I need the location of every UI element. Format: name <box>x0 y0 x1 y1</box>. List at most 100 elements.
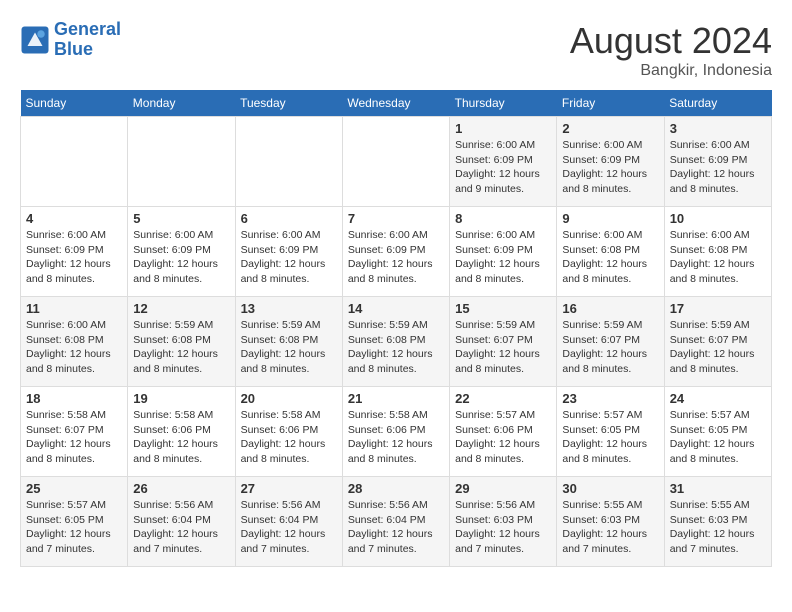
day-number: 23 <box>562 391 658 406</box>
month-title: August 2024 <box>570 20 772 62</box>
day-info: Sunrise: 5:59 AM Sunset: 6:08 PM Dayligh… <box>348 318 444 377</box>
calendar-cell <box>21 117 128 207</box>
calendar-cell: 13Sunrise: 5:59 AM Sunset: 6:08 PM Dayli… <box>235 297 342 387</box>
day-number: 22 <box>455 391 551 406</box>
logo: General Blue <box>20 20 121 60</box>
calendar-cell: 16Sunrise: 5:59 AM Sunset: 6:07 PM Dayli… <box>557 297 664 387</box>
calendar-cell: 29 Sunrise: 5:56 AM Sunset: 6:03 PM Dayli… <box>450 477 557 567</box>
week-row-4: 25 Sunrise: 5:57 AM Sunset: 6:05 PM Dayli… <box>21 477 772 567</box>
logo-icon <box>20 25 50 55</box>
day-info: Sunrise: 5:55 AM Sunset: 6:03 PM Dayligh… <box>670 498 766 557</box>
day-number: 13 <box>241 301 337 316</box>
day-info: Sunrise: 5:55 AM Sunset: 6:03 PM Dayligh… <box>562 498 658 557</box>
day-number: 18 <box>26 391 122 406</box>
calendar-header-row: SundayMondayTuesdayWednesdayThursdayFrid… <box>21 90 772 117</box>
day-number: 11 <box>26 301 122 316</box>
day-info: Sunrise: 6:00 AM Sunset: 6:09 PM Dayligh… <box>455 138 551 197</box>
day-number: 1 <box>455 121 551 136</box>
day-info: Sunrise: 5:56 AM Sunset: 6:03 PM Dayligh… <box>455 498 551 557</box>
day-number: 19 <box>133 391 229 406</box>
day-info: Sunrise: 6:00 AM Sunset: 6:08 PM Dayligh… <box>562 228 658 287</box>
header-tuesday: Tuesday <box>235 90 342 117</box>
calendar-cell: 18 Sunrise: 5:58 AM Sunset: 6:07 PM Dayli… <box>21 387 128 477</box>
day-info: Sunrise: 6:00 AM Sunset: 6:09 PM Dayligh… <box>670 138 766 197</box>
calendar-cell: 6 Sunrise: 6:00 AM Sunset: 6:09 PM Daylig… <box>235 207 342 297</box>
day-number: 2 <box>562 121 658 136</box>
location: Bangkir, Indonesia <box>570 62 772 80</box>
calendar-cell: 1 Sunrise: 6:00 AM Sunset: 6:09 PM Daylig… <box>450 117 557 207</box>
header-sunday: Sunday <box>21 90 128 117</box>
day-info: Sunrise: 6:00 AM Sunset: 6:09 PM Dayligh… <box>348 228 444 287</box>
day-info: Sunrise: 5:56 AM Sunset: 6:04 PM Dayligh… <box>241 498 337 557</box>
page-header: General Blue August 2024 Bangkir, Indone… <box>20 20 772 80</box>
day-info: Sunrise: 6:00 AM Sunset: 6:09 PM Dayligh… <box>241 228 337 287</box>
day-number: 29 <box>455 481 551 496</box>
calendar-cell: 9 Sunrise: 6:00 AM Sunset: 6:08 PM Daylig… <box>557 207 664 297</box>
day-number: 26 <box>133 481 229 496</box>
day-number: 31 <box>670 481 766 496</box>
day-info: Sunrise: 6:00 AM Sunset: 6:08 PM Dayligh… <box>26 318 122 377</box>
calendar-cell: 30 Sunrise: 5:55 AM Sunset: 6:03 PM Dayli… <box>557 477 664 567</box>
day-info: Sunrise: 6:00 AM Sunset: 6:09 PM Dayligh… <box>26 228 122 287</box>
calendar-cell: 26 Sunrise: 5:56 AM Sunset: 6:04 PM Dayli… <box>128 477 235 567</box>
day-number: 15 <box>455 301 551 316</box>
day-info: Sunrise: 5:56 AM Sunset: 6:04 PM Dayligh… <box>133 498 229 557</box>
calendar-cell: 21Sunrise: 5:58 AM Sunset: 6:06 PM Dayli… <box>342 387 449 477</box>
day-info: Sunrise: 5:56 AM Sunset: 6:04 PM Dayligh… <box>348 498 444 557</box>
day-number: 25 <box>26 481 122 496</box>
day-number: 12 <box>133 301 229 316</box>
day-info: Sunrise: 5:59 AM Sunset: 6:07 PM Dayligh… <box>455 318 551 377</box>
day-number: 9 <box>562 211 658 226</box>
day-info: Sunrise: 5:59 AM Sunset: 6:08 PM Dayligh… <box>133 318 229 377</box>
week-row-0: 1 Sunrise: 6:00 AM Sunset: 6:09 PM Daylig… <box>21 117 772 207</box>
calendar-cell: 10Sunrise: 6:00 AM Sunset: 6:08 PM Dayli… <box>664 207 771 297</box>
logo-text: General Blue <box>54 20 121 60</box>
calendar-cell: 27 Sunrise: 5:56 AM Sunset: 6:04 PM Dayli… <box>235 477 342 567</box>
calendar-cell: 20Sunrise: 5:58 AM Sunset: 6:06 PM Dayli… <box>235 387 342 477</box>
day-number: 16 <box>562 301 658 316</box>
calendar-table: SundayMondayTuesdayWednesdayThursdayFrid… <box>20 90 772 567</box>
title-block: August 2024 Bangkir, Indonesia <box>570 20 772 80</box>
calendar-cell: 31 Sunrise: 5:55 AM Sunset: 6:03 PM Dayli… <box>664 477 771 567</box>
calendar-cell: 12 Sunrise: 5:59 AM Sunset: 6:08 PM Dayli… <box>128 297 235 387</box>
day-number: 4 <box>26 211 122 226</box>
day-number: 10 <box>670 211 766 226</box>
logo-line1: General <box>54 19 121 39</box>
day-info: Sunrise: 6:00 AM Sunset: 6:09 PM Dayligh… <box>455 228 551 287</box>
day-info: Sunrise: 5:58 AM Sunset: 6:06 PM Dayligh… <box>241 408 337 467</box>
day-number: 6 <box>241 211 337 226</box>
day-info: Sunrise: 5:57 AM Sunset: 6:05 PM Dayligh… <box>562 408 658 467</box>
calendar-cell: 17 Sunrise: 5:59 AM Sunset: 6:07 PM Dayli… <box>664 297 771 387</box>
calendar-cell: 28Sunrise: 5:56 AM Sunset: 6:04 PM Dayli… <box>342 477 449 567</box>
calendar-cell: 7 Sunrise: 6:00 AM Sunset: 6:09 PM Daylig… <box>342 207 449 297</box>
day-number: 27 <box>241 481 337 496</box>
calendar-cell: 8 Sunrise: 6:00 AM Sunset: 6:09 PM Daylig… <box>450 207 557 297</box>
calendar-cell <box>342 117 449 207</box>
calendar-cell: 24Sunrise: 5:57 AM Sunset: 6:05 PM Dayli… <box>664 387 771 477</box>
header-thursday: Thursday <box>450 90 557 117</box>
calendar-cell: 14 Sunrise: 5:59 AM Sunset: 6:08 PM Dayli… <box>342 297 449 387</box>
logo-line2: Blue <box>54 39 93 59</box>
calendar-cell: 19Sunrise: 5:58 AM Sunset: 6:06 PM Dayli… <box>128 387 235 477</box>
header-monday: Monday <box>128 90 235 117</box>
day-info: Sunrise: 5:59 AM Sunset: 6:07 PM Dayligh… <box>670 318 766 377</box>
day-info: Sunrise: 6:00 AM Sunset: 6:09 PM Dayligh… <box>562 138 658 197</box>
calendar-cell: 4 Sunrise: 6:00 AM Sunset: 6:09 PM Daylig… <box>21 207 128 297</box>
day-number: 5 <box>133 211 229 226</box>
header-wednesday: Wednesday <box>342 90 449 117</box>
day-info: Sunrise: 5:57 AM Sunset: 6:05 PM Dayligh… <box>26 498 122 557</box>
calendar-cell <box>235 117 342 207</box>
week-row-3: 18 Sunrise: 5:58 AM Sunset: 6:07 PM Dayli… <box>21 387 772 477</box>
calendar-cell: 3Sunrise: 6:00 AM Sunset: 6:09 PM Daylig… <box>664 117 771 207</box>
week-row-1: 4 Sunrise: 6:00 AM Sunset: 6:09 PM Daylig… <box>21 207 772 297</box>
header-friday: Friday <box>557 90 664 117</box>
day-number: 17 <box>670 301 766 316</box>
day-number: 30 <box>562 481 658 496</box>
day-number: 8 <box>455 211 551 226</box>
calendar-cell: 11 Sunrise: 6:00 AM Sunset: 6:08 PM Dayli… <box>21 297 128 387</box>
day-info: Sunrise: 5:58 AM Sunset: 6:07 PM Dayligh… <box>26 408 122 467</box>
day-number: 14 <box>348 301 444 316</box>
day-info: Sunrise: 6:00 AM Sunset: 6:09 PM Dayligh… <box>133 228 229 287</box>
day-number: 7 <box>348 211 444 226</box>
day-info: Sunrise: 5:58 AM Sunset: 6:06 PM Dayligh… <box>348 408 444 467</box>
